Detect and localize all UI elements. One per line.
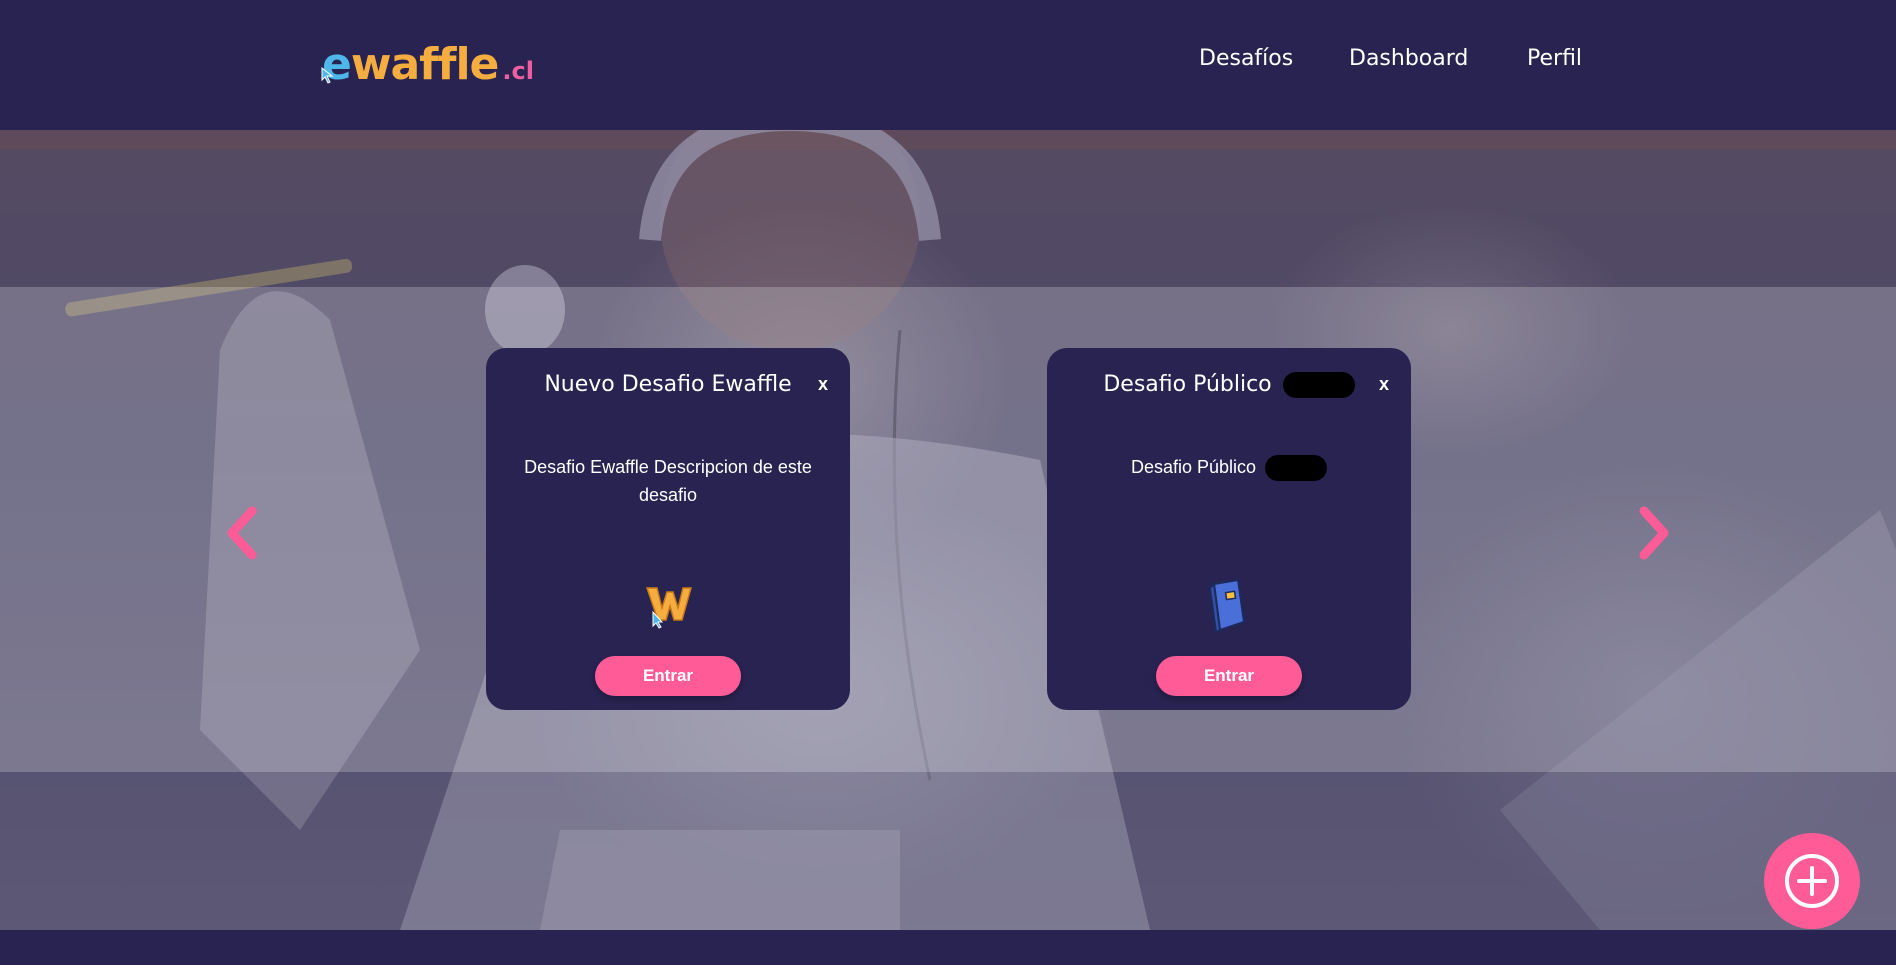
ewaffle-w-icon (645, 587, 692, 629)
navbar: e waffle .cl Desafíos Dashboard Perfil (0, 0, 1896, 130)
enter-button[interactable]: Entrar (595, 656, 741, 696)
nav-desafios[interactable]: Desafíos (1199, 46, 1349, 71)
nav-dashboard[interactable]: Dashboard (1349, 46, 1527, 71)
logo-tld: .cl (502, 57, 534, 85)
card-description: Desafio Ewaffle Descripcion de este desa… (524, 457, 812, 505)
chevron-right-icon (1639, 506, 1669, 560)
carousel-next-button[interactable] (1636, 503, 1676, 563)
card-description-wrapper: Desafio Público (1067, 453, 1391, 482)
footer-bar (0, 930, 1896, 965)
challenge-card: Nuevo Desafio Ewaffle x Desafio Ewaffle … (486, 348, 850, 710)
nav-perfil[interactable]: Perfil (1527, 46, 1597, 71)
card-title-wrapper: Desafio Público (1047, 372, 1411, 398)
carousel-prev-button[interactable] (220, 503, 260, 563)
card-description: Desafio Público (1130, 457, 1257, 477)
nav-menu: Desafíos Dashboard Perfil (1199, 46, 1597, 71)
carousel-band (0, 287, 1896, 772)
chevron-left-icon (227, 506, 257, 560)
card-title: Desafio Público (1103, 372, 1272, 397)
card-close-button[interactable]: x (818, 374, 828, 395)
enter-button[interactable]: Entrar (1156, 656, 1302, 696)
card-close-button[interactable]: x (1379, 374, 1389, 395)
plus-circle-icon (1785, 854, 1839, 908)
card-title: Nuevo Desafio Ewaffle (544, 372, 792, 397)
challenge-card: Desafio Público x Desafio Público Entrar (1047, 348, 1411, 710)
add-challenge-button[interactable] (1764, 833, 1860, 929)
cursor-icon (321, 66, 334, 84)
ewaffle-logo[interactable]: e waffle .cl (321, 39, 534, 90)
redaction-mark (1282, 372, 1355, 398)
redaction-mark (1265, 455, 1328, 482)
logo-wordmark: waffle (350, 39, 500, 90)
book-icon (1208, 578, 1246, 634)
hero-background: Nuevo Desafio Ewaffle x Desafio Ewaffle … (0, 130, 1896, 930)
